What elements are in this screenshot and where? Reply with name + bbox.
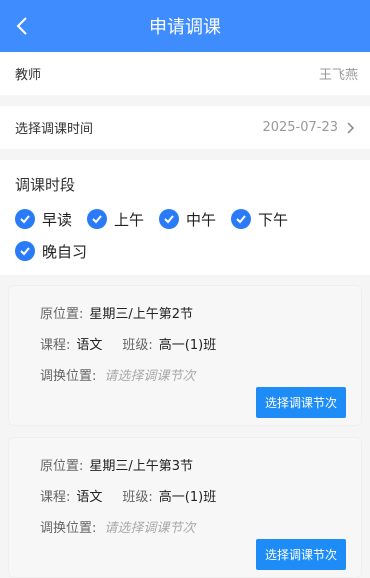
original-position: 原位置: 星期三/上午第3节 xyxy=(40,455,362,474)
course-label: 课程: xyxy=(40,338,71,353)
course-value: 语文 xyxy=(76,490,103,505)
chevron-right-icon xyxy=(347,121,355,134)
course-cards: 原位置: 星期三/上午第2节 课程: 语文 班级: 高一(1)班 调换位置: 请选择调课节… xyxy=(0,275,370,578)
course-card: 原位置: 星期三/上午第3节 课程: 语文 班级: 高一(1)班 调换位置: 请选择调课节… xyxy=(8,437,362,578)
course-value: 语文 xyxy=(76,338,103,353)
original-position-label: 原位置: xyxy=(40,307,84,322)
original-position-value: 星期三/上午第3节 xyxy=(89,459,194,474)
checkbox-checked-icon xyxy=(231,209,252,229)
swap-position-label: 调换位置: xyxy=(40,369,97,384)
date-value-wrap[interactable]: 2025-07-23 xyxy=(262,120,358,135)
date-picker-row[interactable]: 选择调课时间 2025-07-23 xyxy=(0,106,370,149)
teacher-label: 教师 xyxy=(15,68,42,83)
period-option-noon[interactable]: 中午 xyxy=(159,205,216,233)
app-header: 申请调课 xyxy=(0,0,370,52)
period-option-evening-study[interactable]: 晚自习 xyxy=(15,237,87,265)
checkbox-checked-icon xyxy=(15,241,35,261)
teacher-value: 王飞燕 xyxy=(318,68,358,83)
original-position: 原位置: 星期三/上午第2节 xyxy=(40,303,362,322)
period-option-label: 早读 xyxy=(42,210,73,229)
swap-position: 调换位置: 请选择调课节次 xyxy=(40,365,362,384)
page-title: 申请调课 xyxy=(149,17,221,38)
class-label: 班级: xyxy=(122,338,153,353)
period-label: 调课时段 xyxy=(15,176,76,194)
teacher-row: 教师 王飞燕 xyxy=(0,52,370,95)
period-option-label: 中午 xyxy=(186,210,217,229)
swap-position-placeholder: 请选择调课节次 xyxy=(104,369,196,384)
select-period-button[interactable]: 选择调课节次 xyxy=(256,387,346,418)
swap-position-label: 调换位置: xyxy=(40,521,97,536)
checkbox-checked-icon xyxy=(87,209,108,229)
class-value: 高一(1)班 xyxy=(158,490,217,505)
original-position-label: 原位置: xyxy=(40,459,84,474)
period-option-label: 上午 xyxy=(114,210,145,229)
period-option-morning[interactable]: 上午 xyxy=(87,205,144,233)
back-arrow-icon[interactable] xyxy=(12,14,36,38)
checkbox-checked-icon xyxy=(159,209,180,229)
swap-position-placeholder: 请选择调课节次 xyxy=(104,521,196,536)
period-option-label: 下午 xyxy=(258,210,289,229)
period-option-afternoon[interactable]: 下午 xyxy=(231,205,288,233)
period-section: 调课时段 早读 上午 中午 下午 晚自习 xyxy=(0,160,370,275)
select-period-button[interactable]: 选择调课节次 xyxy=(256,539,346,570)
period-option-label: 晚自习 xyxy=(42,242,88,261)
course-card: 原位置: 星期三/上午第2节 课程: 语文 班级: 高一(1)班 调换位置: 请选择调课节… xyxy=(8,285,362,426)
date-label: 选择调课时间 xyxy=(15,122,94,137)
period-options: 早读 上午 中午 下午 晚自习 xyxy=(15,201,355,265)
course-label: 课程: xyxy=(40,490,71,505)
course-info: 课程: 语文 班级: 高一(1)班 xyxy=(40,334,362,353)
class-label: 班级: xyxy=(122,490,153,505)
period-option-early-reading[interactable]: 早读 xyxy=(15,205,72,233)
swap-position: 调换位置: 请选择调课节次 xyxy=(40,517,362,536)
course-info: 课程: 语文 班级: 高一(1)班 xyxy=(40,486,362,505)
original-position-value: 星期三/上午第2节 xyxy=(89,307,194,322)
class-value: 高一(1)班 xyxy=(158,338,217,353)
checkbox-checked-icon xyxy=(15,209,35,229)
date-value: 2025-07-23 xyxy=(262,120,338,135)
